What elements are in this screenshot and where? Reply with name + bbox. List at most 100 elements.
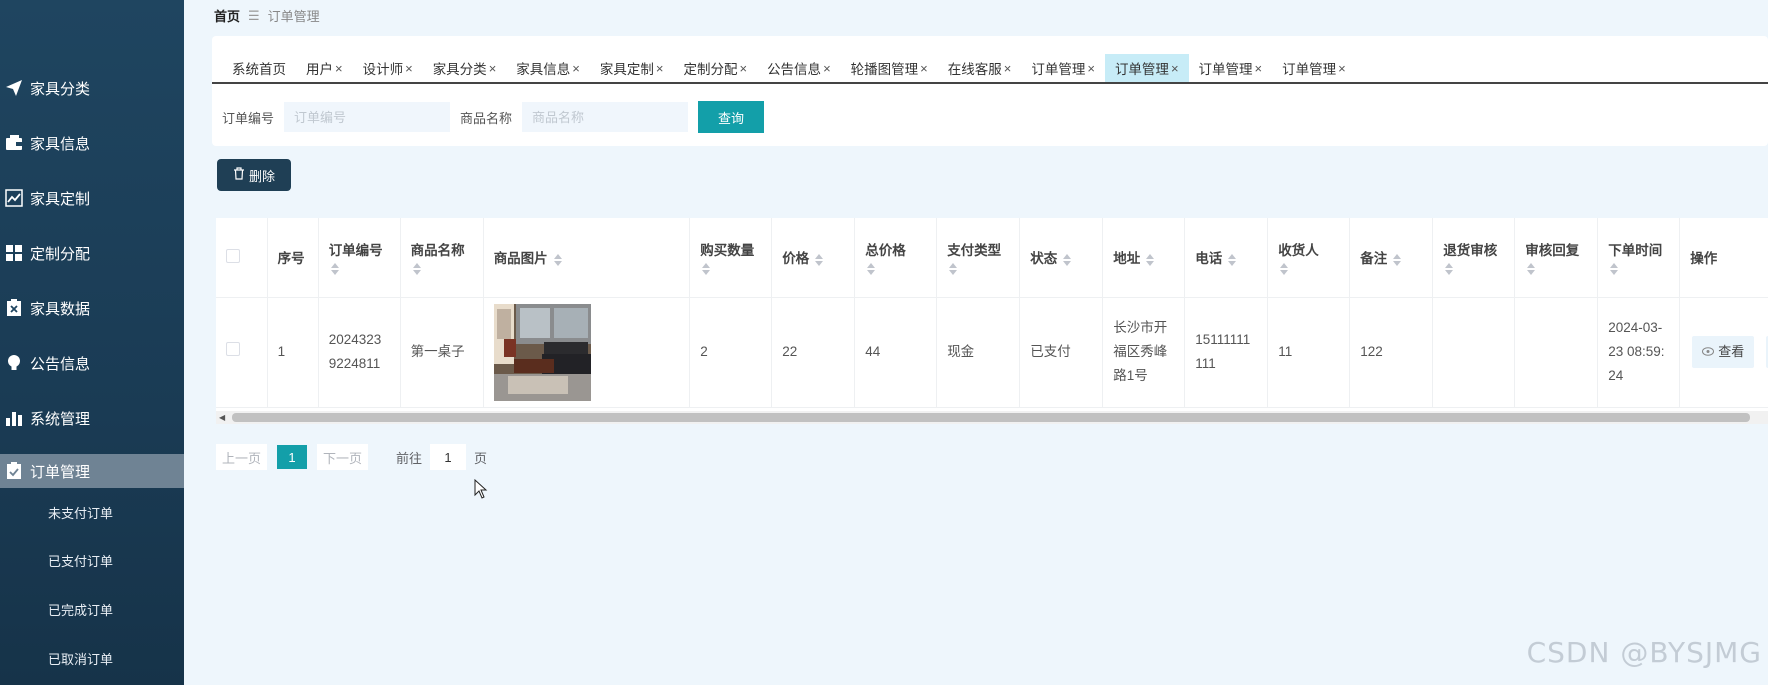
tab-user[interactable]: 用户 × <box>296 54 353 82</box>
sidebar-item-notice[interactable]: 公告信息 <box>0 346 184 380</box>
sort-icon[interactable] <box>1610 263 1619 276</box>
goto-page-input[interactable] <box>430 444 467 470</box>
select-all-checkbox[interactable] <box>226 248 240 263</box>
header-product-name[interactable]: 商品名称 <box>400 218 484 298</box>
tab-order-1[interactable]: 订单管理 × <box>1021 54 1105 82</box>
view-button-label: 查看 <box>1718 344 1745 359</box>
tab-label: 订单管理 <box>1114 62 1169 77</box>
sidebar-item-furniture-category[interactable]: 家具分类 <box>0 71 184 105</box>
cell-status: 已支付 <box>1019 297 1104 408</box>
close-icon[interactable]: × <box>572 61 580 76</box>
header-pay-type[interactable]: 支付类型 <box>936 218 1021 298</box>
sort-icon[interactable] <box>1228 253 1237 266</box>
header-order-time[interactable]: 下单时间 <box>1597 218 1681 298</box>
cell-review-reply <box>1514 297 1599 408</box>
prev-page-button[interactable]: 上一页 <box>216 444 268 470</box>
close-icon[interactable]: × <box>656 61 664 76</box>
tab-home[interactable]: 系统首页 <box>222 54 296 82</box>
sort-icon[interactable] <box>1063 253 1072 266</box>
scrollbar-thumb[interactable] <box>232 413 1750 422</box>
delete-button[interactable]: 删除 <box>217 159 291 191</box>
header-product-image[interactable]: 商品图片 <box>483 218 691 298</box>
sidebar-item-furniture-data[interactable]: 家具数据 <box>0 291 184 325</box>
submenu-completed-orders[interactable]: 已完成订单 <box>48 600 113 619</box>
tab-furniture-custom[interactable]: 家具定制 × <box>590 54 674 82</box>
close-icon[interactable]: × <box>920 61 928 76</box>
order-no-input[interactable] <box>284 102 451 132</box>
header-quantity[interactable]: 购买数量 <box>689 218 773 298</box>
tabs-panel: 系统首页 用户 × 设计师 × 家具分类 × 家具信息 × 家具定制 × 定制分配 × 公告… <box>212 36 1768 146</box>
header-return-review[interactable]: 退货审核 <box>1432 218 1516 298</box>
cell-address: 长沙市开福区秀峰路1号 <box>1102 297 1186 408</box>
product-photo[interactable] <box>493 303 591 401</box>
next-page-button[interactable]: 下一页 <box>317 444 369 470</box>
submenu-paid-orders[interactable]: 已支付订单 <box>48 551 113 570</box>
sort-icon[interactable] <box>330 263 340 276</box>
close-icon[interactable]: × <box>739 61 747 76</box>
sort-icon[interactable] <box>1527 263 1536 276</box>
sidebar-item-furniture-info[interactable]: 家具信息 <box>0 126 184 160</box>
header-phone[interactable]: 电话 <box>1184 218 1269 298</box>
row-checkbox[interactable] <box>226 342 240 356</box>
view-button[interactable]: 查看 <box>1692 336 1755 368</box>
clipboard-x-icon <box>4 298 24 318</box>
header-remark[interactable]: 备注 <box>1349 218 1434 298</box>
header-status[interactable]: 状态 <box>1019 218 1104 298</box>
header-label: 购买数量 <box>700 243 755 259</box>
select-all-cell <box>216 218 268 298</box>
close-icon[interactable]: × <box>1255 61 1263 76</box>
sort-icon[interactable] <box>412 263 422 276</box>
sort-icon[interactable] <box>1146 253 1155 266</box>
tab-label: 轮播图管理 <box>850 62 919 77</box>
sidebar-item-furniture-custom[interactable]: 家具定制 <box>0 181 184 215</box>
close-icon[interactable]: × <box>489 61 497 76</box>
cell-return-review <box>1432 297 1516 408</box>
tab-furniture-category[interactable]: 家具分类 × <box>423 54 507 82</box>
header-address[interactable]: 地址 <box>1102 218 1186 298</box>
tab-custom-assign[interactable]: 定制分配 × <box>673 54 757 82</box>
header-order-no[interactable]: 订单编号 <box>318 218 401 298</box>
submenu-cancelled-orders[interactable]: 已取消订单 <box>48 649 113 668</box>
product-name-input[interactable] <box>522 102 689 132</box>
sort-icon[interactable] <box>553 253 563 266</box>
tab-order-2-active[interactable]: 订单管理 × <box>1104 54 1189 82</box>
header-receiver[interactable]: 收货人 <box>1267 218 1351 298</box>
tabs-bar: 系统首页 用户 × 设计师 × 家具分类 × 家具信息 × 家具定制 × 定制分配 × 公告… <box>212 54 1768 84</box>
close-icon[interactable]: × <box>1338 61 1346 76</box>
tab-notice[interactable]: 公告信息 × <box>757 54 841 82</box>
close-icon[interactable]: × <box>823 61 831 76</box>
tab-designer[interactable]: 设计师 × <box>353 54 423 82</box>
scroll-left-icon[interactable]: ◀ <box>219 413 225 422</box>
sidebar-item-system[interactable]: 系统管理 <box>0 401 184 435</box>
sort-icon[interactable] <box>1393 253 1402 266</box>
close-icon[interactable]: × <box>1171 61 1179 76</box>
tab-order-4[interactable]: 订单管理 × <box>1272 54 1356 82</box>
sort-icon[interactable] <box>949 263 958 276</box>
close-icon[interactable]: × <box>1087 61 1095 76</box>
header-actions: 操作 <box>1679 218 1768 298</box>
order-no-text: 20243239224811 <box>328 332 382 371</box>
close-icon[interactable]: × <box>335 61 343 76</box>
tab-carousel[interactable]: 轮播图管理 × <box>841 54 938 82</box>
sort-icon[interactable] <box>1280 263 1289 276</box>
header-review-reply[interactable]: 审核回复 <box>1514 218 1599 298</box>
tab-order-3[interactable]: 订单管理 × <box>1189 54 1273 82</box>
page-number-current[interactable]: 1 <box>277 445 308 469</box>
sort-icon[interactable] <box>815 253 824 266</box>
query-button[interactable]: 查询 <box>698 101 765 133</box>
breadcrumb-home[interactable]: 首页 <box>214 6 240 25</box>
header-price[interactable]: 价格 <box>771 218 856 298</box>
header-total[interactable]: 总价格 <box>854 218 938 298</box>
tab-furniture-info[interactable]: 家具信息 × <box>506 54 590 82</box>
sidebar-item-custom-assign[interactable]: 定制分配 <box>0 236 184 270</box>
close-icon[interactable]: × <box>405 61 413 76</box>
submenu-unpaid-orders[interactable]: 未支付订单 <box>48 503 113 522</box>
close-icon[interactable]: × <box>1004 61 1012 76</box>
sort-icon[interactable] <box>702 263 711 276</box>
sort-icon[interactable] <box>1445 263 1454 276</box>
horizontal-scrollbar[interactable]: ◀ <box>216 411 1768 424</box>
sort-icon[interactable] <box>867 263 876 276</box>
header-label: 商品图片 <box>493 251 548 267</box>
tab-online-service[interactable]: 在线客服 × <box>938 54 1022 82</box>
sidebar-item-order[interactable]: 订单管理 <box>0 454 184 488</box>
